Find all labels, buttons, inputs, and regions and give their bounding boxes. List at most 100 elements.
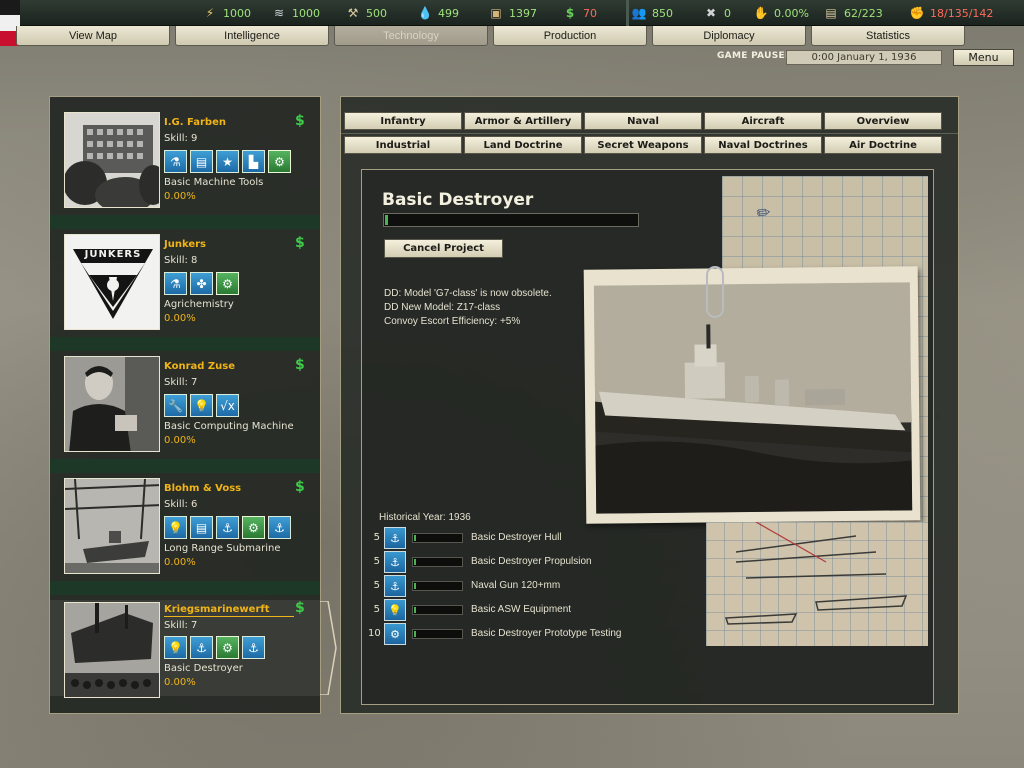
team-cost-icon: $ xyxy=(295,235,305,251)
tab-technology[interactable]: Technology xyxy=(334,26,488,46)
component-progress-bar xyxy=(412,533,463,543)
team-konrad-zuse[interactable]: Konrad Zuse Skill: 7 $ 🔧 💡 √x Basic Comp… xyxy=(50,341,320,452)
tech-categories-row-1: Infantry Armor & Artillery Naval Aircraf… xyxy=(344,112,944,130)
component-progress-bar xyxy=(412,581,463,591)
resource-industry: ✊ 18/135/142 xyxy=(909,6,994,20)
component-difficulty: 5 xyxy=(373,556,380,567)
supplies-icon: ▣ xyxy=(490,6,502,20)
team-photo-konrad-zuse xyxy=(64,356,160,452)
resource-rare-materials: ⚒ 500 xyxy=(347,6,387,20)
component-row: 5 💡 Basic ASW Equipment xyxy=(368,599,658,621)
component-name: Basic Destroyer Prototype Testing xyxy=(471,628,622,639)
category-secret-weapons[interactable]: Secret Weapons xyxy=(584,136,702,154)
industry-icon: ▙ xyxy=(242,150,265,173)
team-skill: Skill: 6 xyxy=(164,499,198,510)
research-teams-panel: I.G. Farben Skill: 9 $ ⚗ ▤ ★ ▙ ⚙ Basic M… xyxy=(49,96,337,714)
tab-production[interactable]: Production xyxy=(493,26,647,46)
tab-view-map[interactable]: View Map xyxy=(16,26,170,46)
team-blohm-voss[interactable]: Blohm & Voss Skill: 6 $ 💡 ▤ ⚓ ⚙ ⚓ Long R… xyxy=(50,463,320,574)
tab-intelligence[interactable]: Intelligence xyxy=(175,26,329,46)
transports-icon: ▤ xyxy=(825,6,837,20)
category-naval-doctrines[interactable]: Naval Doctrines xyxy=(704,136,822,154)
category-naval[interactable]: Naval xyxy=(584,112,702,130)
menu-button[interactable]: Menu xyxy=(953,49,1014,66)
component-progress-fill xyxy=(414,559,416,565)
component-difficulty: 10 xyxy=(368,628,381,639)
propeller-icon: ✤ xyxy=(190,272,213,295)
project-title: Basic Destroyer xyxy=(382,190,534,210)
team-kriegsmarinewerft[interactable]: Kriegsmarinewerft Skill: 7 $ 💡 ⚓ ⚙ ⚓ Bas… xyxy=(50,600,320,698)
tab-statistics[interactable]: Statistics xyxy=(811,26,965,46)
star-icon: ★ xyxy=(216,150,239,173)
money-icon: $ xyxy=(565,6,575,20)
team-photo-blohm-voss xyxy=(64,478,160,574)
resource-energy: ⚡ 1000 xyxy=(203,4,251,22)
team-skill: Skill: 7 xyxy=(164,620,198,631)
component-progress-bar xyxy=(412,557,463,567)
project-progress-bar xyxy=(383,213,639,227)
team-progress: 0.00% xyxy=(164,557,196,568)
category-aircraft[interactable]: Aircraft xyxy=(704,112,822,130)
component-name: Basic Destroyer Propulsion xyxy=(471,556,592,567)
resource-oil: 💧 499 xyxy=(417,6,459,20)
team-specialities: 💡 ▤ ⚓ ⚙ ⚓ xyxy=(164,516,294,539)
computing-icon: ▤ xyxy=(190,150,213,173)
project-effect: Convoy Escort Efficiency: +5% xyxy=(384,316,521,327)
category-land-doctrine[interactable]: Land Doctrine xyxy=(464,136,582,154)
resource-diplomacy: ✖ 0 xyxy=(705,6,731,20)
component-row: 10 ⚙ Basic Destroyer Prototype Testing xyxy=(368,623,658,645)
team-project: Agrichemistry xyxy=(164,299,234,310)
team-logo-junkers: JUNKERS xyxy=(64,234,160,330)
anchor-icon: ⚓ xyxy=(190,636,213,659)
lightbulb-icon: 💡 xyxy=(164,516,187,539)
team-name: I.G. Farben xyxy=(164,117,226,128)
team-skill: Skill: 8 xyxy=(164,255,198,266)
resource-money: $70 xyxy=(563,4,597,22)
team-junkers[interactable]: JUNKERS Junkers Skill: 8 $ ⚗ ✤ ⚙ Agriche… xyxy=(50,219,320,330)
component-progress-fill xyxy=(414,583,416,589)
category-overview[interactable]: Overview xyxy=(824,112,942,130)
component-name: Naval Gun 120+mm xyxy=(471,580,561,591)
category-air-doctrine[interactable]: Air Doctrine xyxy=(824,136,942,154)
resource-transports: ▤ 62/223 xyxy=(825,6,883,20)
team-skill: Skill: 9 xyxy=(164,133,198,144)
cancel-project-button[interactable]: Cancel Project xyxy=(384,239,503,258)
resource-manpower: 👥 850 xyxy=(631,6,673,20)
historical-year: Historical Year: 1936 xyxy=(379,512,471,523)
team-ig-farben[interactable]: I.G. Farben Skill: 9 $ ⚗ ▤ ★ ▙ ⚙ Basic M… xyxy=(50,97,320,208)
chemistry-icon: ⚗ xyxy=(164,272,187,295)
lightbulb-icon: 💡 xyxy=(190,394,213,417)
diplomacy-icon: ✖ xyxy=(705,6,717,20)
component-name: Basic ASW Equipment xyxy=(471,604,572,615)
category-infantry[interactable]: Infantry xyxy=(344,112,462,130)
math-icon: √x xyxy=(216,394,239,417)
category-industrial[interactable]: Industrial xyxy=(344,136,462,154)
component-row: 5 ⚓ Naval Gun 120+mm xyxy=(368,575,658,597)
gears-icon: ⚙ xyxy=(216,636,239,659)
component-name: Basic Destroyer Hull xyxy=(471,532,562,543)
team-specialities: ⚗ ✤ ⚙ xyxy=(164,272,242,295)
selected-team-arrow xyxy=(320,601,337,695)
team-specialities: 🔧 💡 √x xyxy=(164,394,242,417)
anchor-icon: ⚓ xyxy=(384,551,406,573)
resource-separator xyxy=(626,0,629,26)
component-row: 5 ⚓ Basic Destroyer Propulsion xyxy=(368,551,658,573)
team-cost-icon: $ xyxy=(295,357,305,373)
tab-diplomacy[interactable]: Diplomacy xyxy=(652,26,806,46)
resource-supplies: ▣ 1397 xyxy=(490,6,537,20)
team-cost-icon: $ xyxy=(295,600,305,616)
manpower-icon: 👥 xyxy=(631,6,647,20)
destroyer-photo xyxy=(593,282,913,514)
gears-icon: ⚙ xyxy=(216,272,239,295)
team-name: Kriegsmarinewerft xyxy=(164,604,270,615)
component-progress-bar xyxy=(412,629,463,639)
chemistry-icon: ⚗ xyxy=(164,150,187,173)
component-progress-bar xyxy=(412,605,463,615)
category-armor-artillery[interactable]: Armor & Artillery xyxy=(464,112,582,130)
team-specialities: ⚗ ▤ ★ ▙ ⚙ xyxy=(164,150,294,173)
industry-icon: ✊ xyxy=(909,6,925,20)
gears-icon: ⚙ xyxy=(384,623,406,645)
team-project: Basic Computing Machine xyxy=(164,421,294,432)
project-photo xyxy=(583,266,921,524)
team-cost-icon: $ xyxy=(295,113,305,129)
